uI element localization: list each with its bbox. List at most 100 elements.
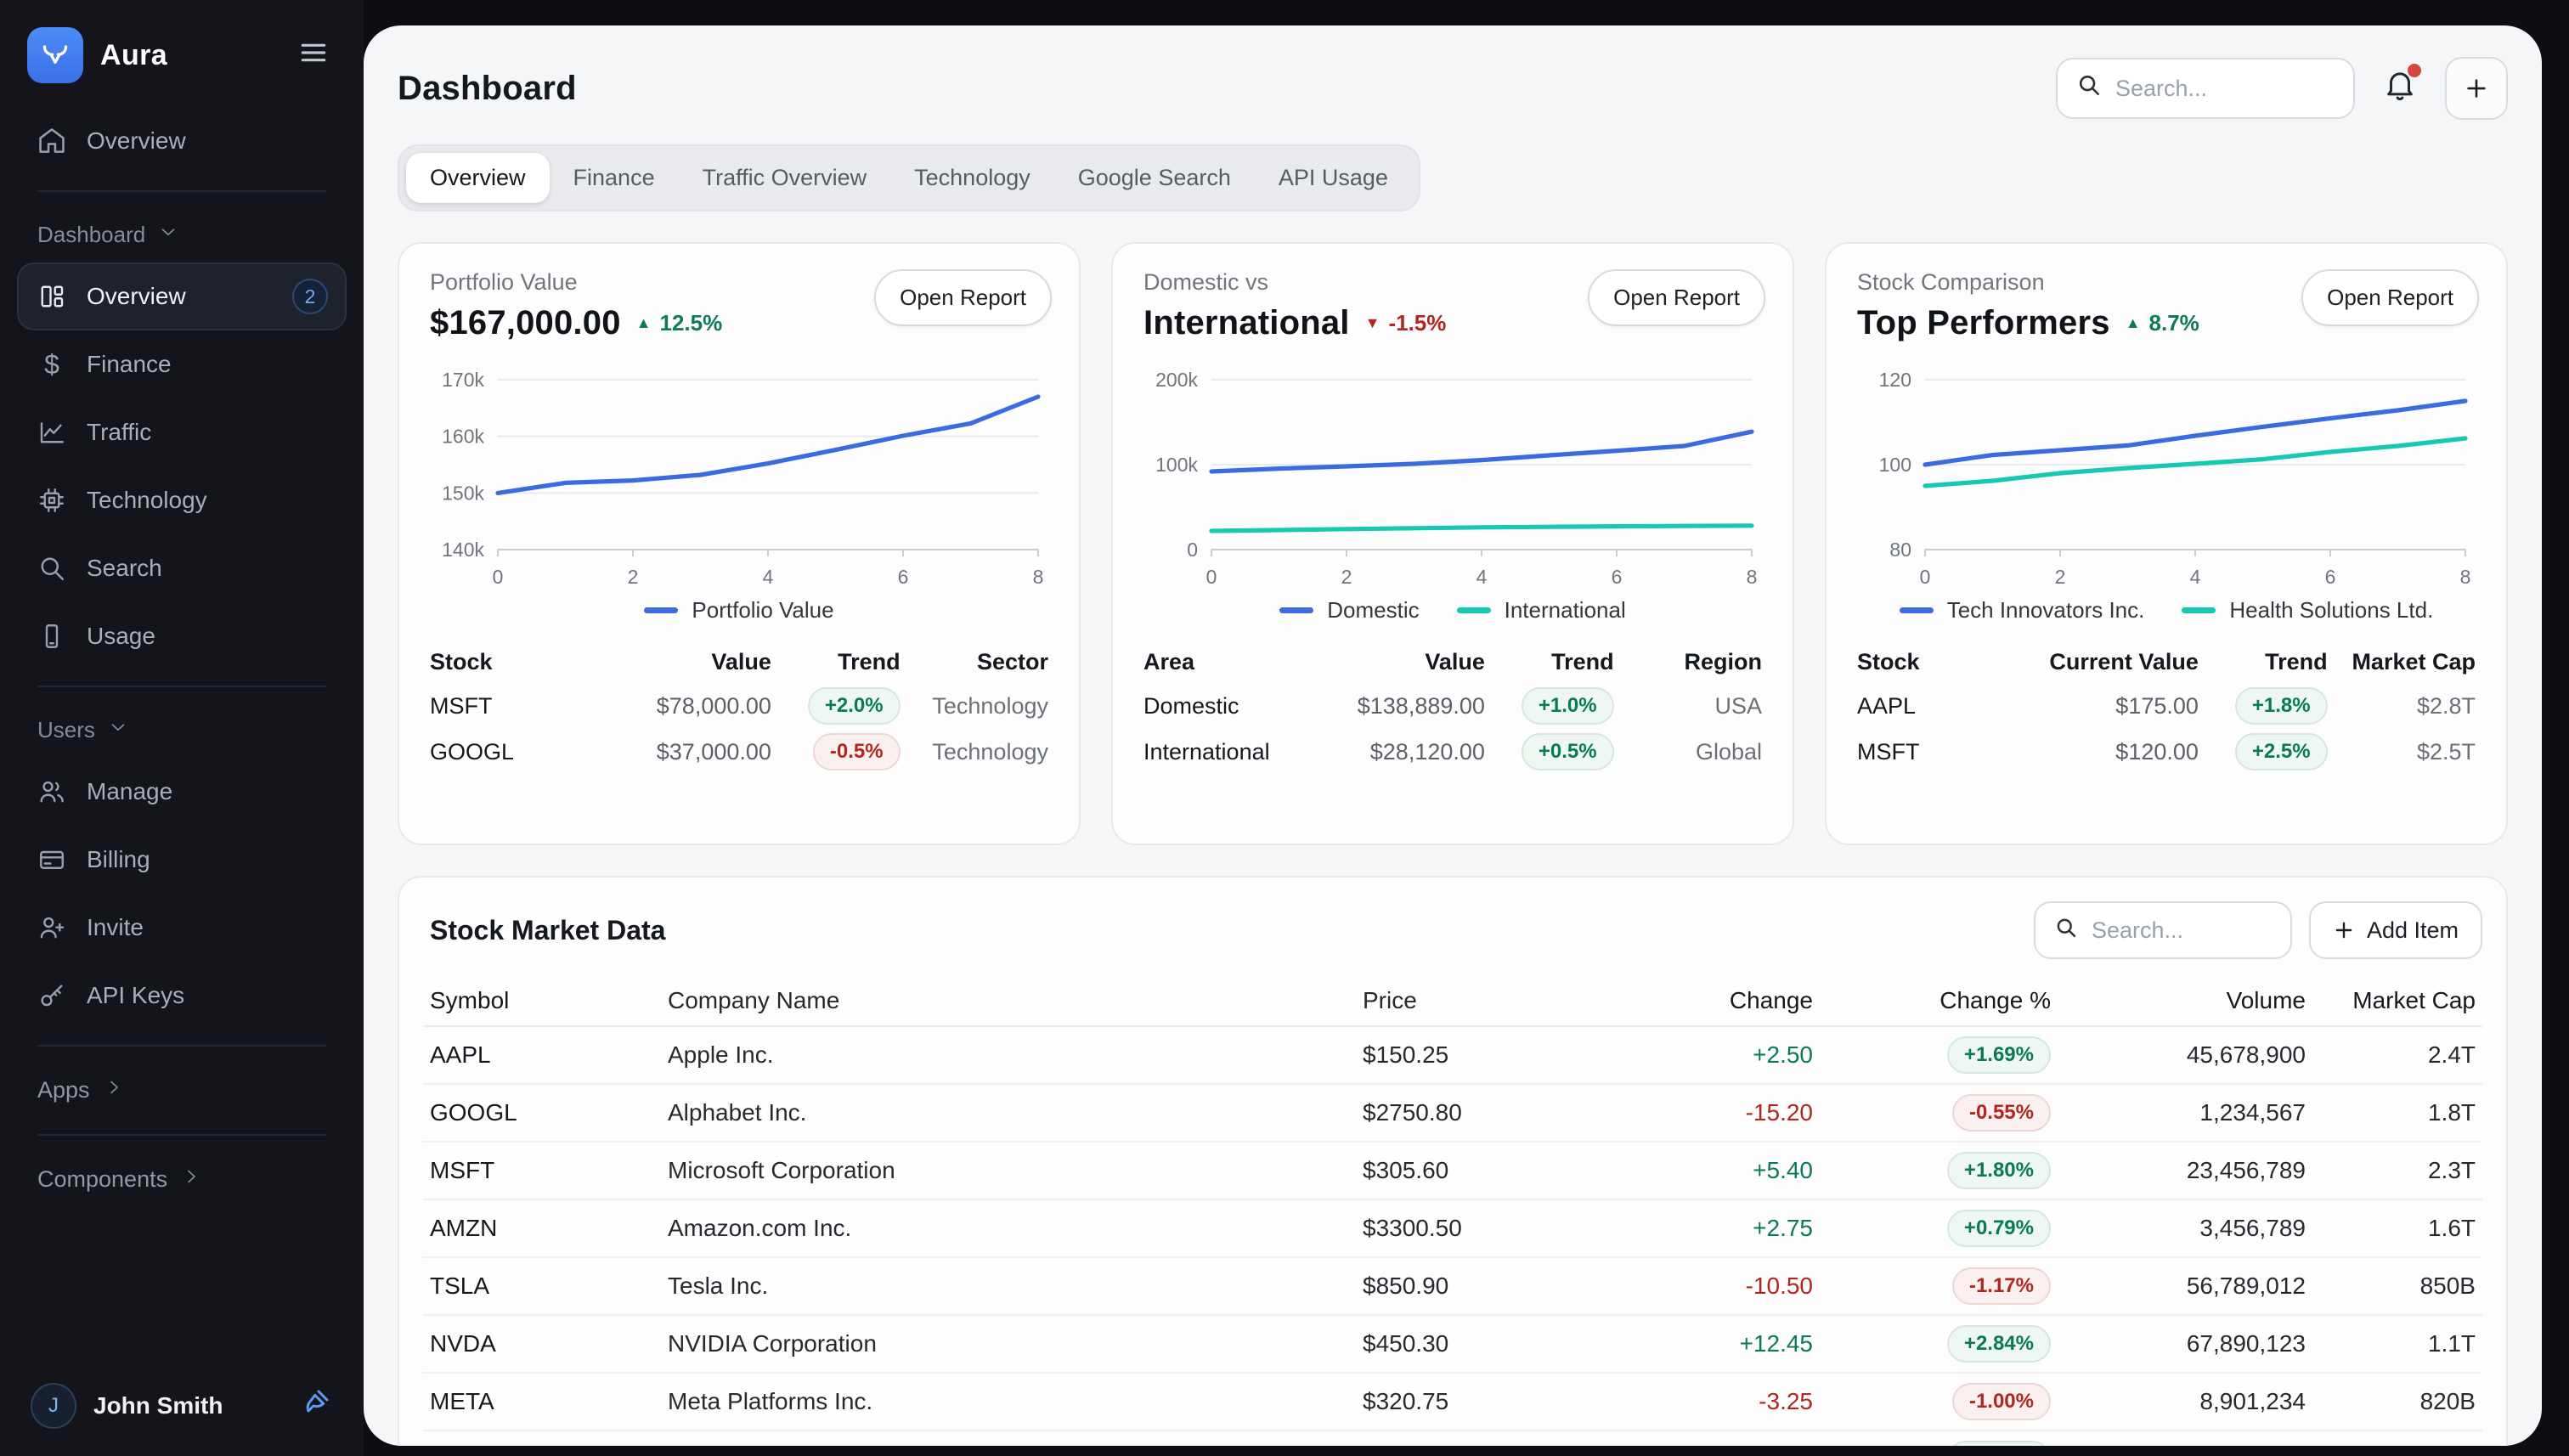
sidebar-item-technology[interactable]: Technology (17, 466, 347, 534)
global-search (2056, 58, 2355, 119)
sidebar-item-finance[interactable]: $ Finance (17, 330, 347, 398)
svg-text:6: 6 (898, 566, 909, 588)
page-title: Dashboard (398, 70, 577, 108)
table-row: GOOGLAlphabet Inc.$2750.80-15.20-0.55%1,… (423, 1085, 2482, 1143)
table-row: AMZNAmazon.com Inc.$3300.50+2.75+0.79%3,… (423, 1200, 2482, 1258)
table-row: NFLXNetflix Inc.$480.20+9.90+1.89%4,567,… (423, 1431, 2482, 1446)
tab-overview[interactable]: Overview (406, 153, 550, 203)
arrow-up-icon (636, 314, 652, 332)
device-icon (36, 620, 68, 652)
stock-table: Symbol Company Name Price Change Change … (423, 976, 2482, 1446)
sidebar-link-components[interactable]: Components (17, 1151, 347, 1208)
portfolio-mini-table: StockValueTrendSector MSFT$78,000.00+2.0… (430, 641, 1048, 775)
sidebar-item-overview-top[interactable]: Overview (17, 107, 347, 175)
table-search-input[interactable] (2092, 917, 2272, 944)
sidebar-item-billing[interactable]: Billing (17, 826, 347, 894)
trend-pill: +2.0% (808, 687, 901, 725)
trend-pill: +0.5% (1522, 733, 1614, 770)
open-report-button[interactable]: Open Report (2301, 269, 2479, 326)
sidebar-item-traffic[interactable]: Traffic (17, 398, 347, 466)
line-chart-domestic: 0100k200k02468 (1143, 366, 1762, 590)
arrow-up-icon (2126, 314, 2141, 332)
sidebar-item-manage[interactable]: Manage (17, 758, 347, 826)
legend-swatch (644, 607, 678, 613)
sidebar-link-apps[interactable]: Apps (17, 1062, 347, 1119)
search-input[interactable] (2115, 76, 2335, 102)
svg-text:4: 4 (1476, 566, 1488, 588)
dashboard-grid-icon (36, 280, 68, 313)
search-icon (2076, 72, 2102, 104)
divider (37, 190, 326, 192)
svg-text:6: 6 (1612, 566, 1623, 588)
svg-text:4: 4 (2190, 566, 2201, 588)
table-row: Domestic$138,889.00+1.0%USA (1143, 683, 1762, 729)
divider (37, 1134, 326, 1136)
sidebar: Aura Overview Dashboard (0, 0, 364, 1456)
sidebar-nav: Overview Dashboard Overview 2 $ Finance (0, 104, 364, 1208)
section-title: Stock Market Data (423, 915, 665, 946)
svg-text:6: 6 (2325, 566, 2336, 588)
main-area: Dashboard (364, 0, 2569, 1456)
table-row: AAPLApple Inc.$150.25+2.50+1.69%45,678,9… (423, 1027, 2482, 1085)
overview-count-badge: 2 (292, 279, 328, 314)
tab-finance[interactable]: Finance (550, 153, 679, 203)
trend-indicator: 12.5% (636, 310, 723, 336)
table-row: International$28,120.00+0.5%Global (1143, 729, 1762, 775)
comparison-mini-table: StockCurrent ValueTrendMarket Cap AAPL$1… (1857, 641, 2476, 775)
sidebar-item-usage[interactable]: Usage (17, 602, 347, 670)
trend-pill: +1.8% (2235, 687, 2328, 725)
sidebar-item-api-keys[interactable]: API Keys (17, 962, 347, 1030)
svg-text:200k: 200k (1155, 369, 1198, 391)
home-icon (36, 125, 68, 157)
section-dashboard[interactable]: Dashboard (17, 207, 347, 262)
chart-line-icon (36, 416, 68, 449)
user-profile[interactable]: J John Smith (20, 1376, 343, 1436)
page-header: Dashboard (398, 56, 2508, 121)
legend-swatch (1900, 607, 1934, 613)
table-row: AAPL$175.00+1.8%$2.8T (1857, 683, 2476, 729)
svg-text:0: 0 (1187, 539, 1198, 561)
add-item-button[interactable]: Add Item (2309, 901, 2482, 959)
theme-brush-icon[interactable] (299, 1385, 333, 1426)
change-pct-pill: +2.84% (1947, 1325, 2051, 1363)
chevron-right-icon (181, 1166, 201, 1193)
chevron-down-icon (157, 221, 179, 249)
tab-traffic-overview[interactable]: Traffic Overview (679, 153, 891, 203)
main-panel: Dashboard (364, 25, 2542, 1446)
table-row: METAMeta Platforms Inc.$320.75-3.25-1.00… (423, 1374, 2482, 1431)
trend-indicator: 8.7% (2126, 310, 2199, 336)
brand-name: Aura (100, 39, 274, 72)
svg-text:100k: 100k (1155, 454, 1198, 476)
svg-text:2: 2 (628, 566, 639, 588)
card-value: Top Performers (1857, 304, 2110, 342)
divider (37, 686, 326, 687)
tab-google-search[interactable]: Google Search (1054, 153, 1255, 203)
sidebar-item-search[interactable]: Search (17, 534, 347, 602)
brand-row: Aura (0, 0, 364, 104)
line-chart-comparison: 8010012002468 (1857, 366, 2476, 590)
chevron-right-icon (104, 1077, 124, 1103)
svg-text:0: 0 (1206, 566, 1217, 588)
sidebar-item-overview[interactable]: Overview 2 (17, 262, 347, 330)
open-report-button[interactable]: Open Report (874, 269, 1052, 326)
trend-pill: +1.0% (1522, 687, 1614, 725)
aura-logo-icon (27, 27, 83, 83)
svg-text:120: 120 (1879, 369, 1911, 391)
sidebar-item-invite[interactable]: Invite (17, 894, 347, 962)
svg-text:2: 2 (2055, 566, 2066, 588)
arrow-down-icon (1365, 314, 1380, 332)
open-report-button[interactable]: Open Report (1588, 269, 1765, 326)
stock-market-data-section: Stock Market Data Add Item (398, 876, 2508, 1446)
tab-api-usage[interactable]: API Usage (1255, 153, 1412, 203)
plus-icon (2333, 919, 2355, 941)
notifications-button[interactable] (2379, 64, 2421, 113)
add-button[interactable] (2445, 57, 2508, 120)
svg-text:8: 8 (1747, 566, 1758, 588)
line-chart-portfolio: 140k150k160k170k02468 (430, 366, 1048, 590)
change-pct-pill: -1.17% (1952, 1267, 2051, 1305)
plus-icon (2464, 76, 2489, 101)
section-users[interactable]: Users (17, 703, 347, 758)
tab-technology[interactable]: Technology (890, 153, 1054, 203)
svg-text:160k: 160k (442, 426, 484, 448)
menu-icon[interactable] (291, 30, 336, 82)
